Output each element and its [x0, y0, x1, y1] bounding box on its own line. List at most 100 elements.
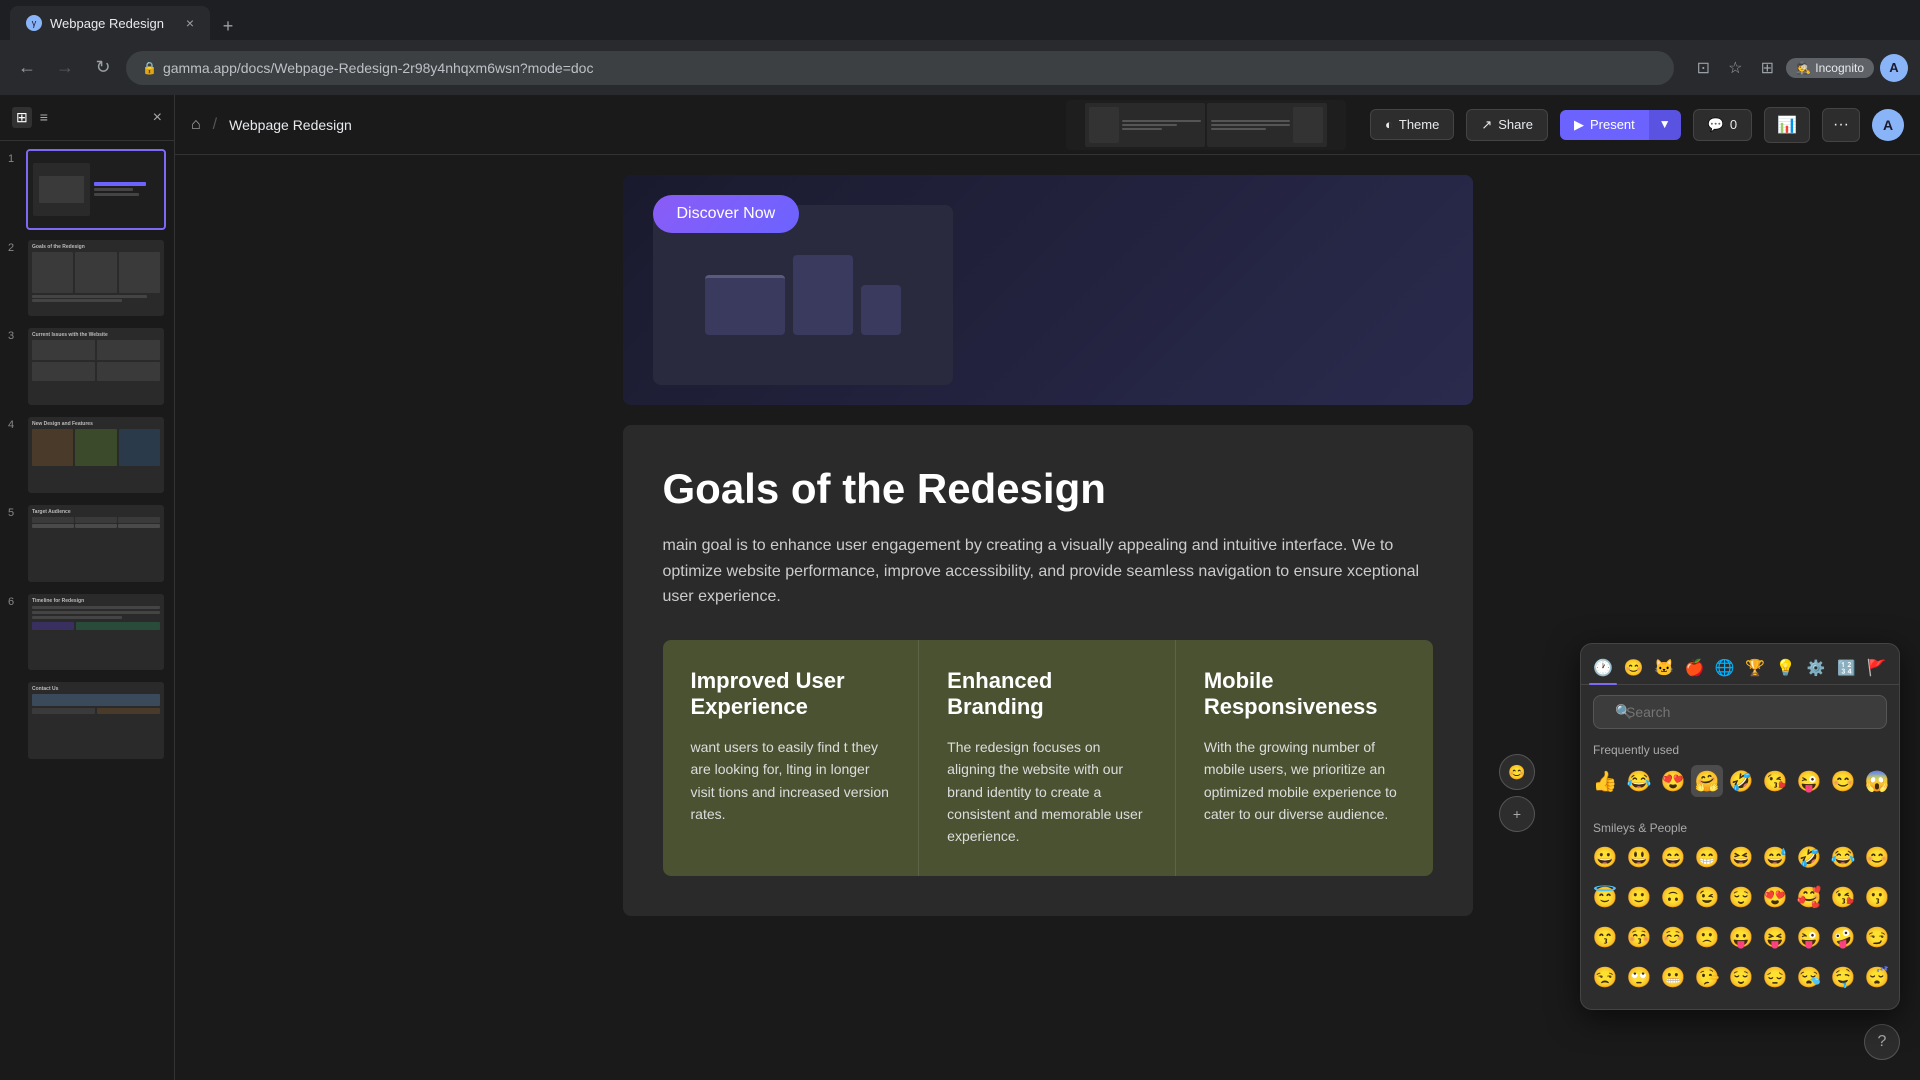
- emoji-grimace[interactable]: 😬: [1657, 961, 1689, 993]
- emoji-cat-numbers[interactable]: 🔢: [1832, 652, 1860, 684]
- emoji-cat-symbols[interactable]: ⚙️: [1802, 652, 1830, 684]
- emoji-kissing3[interactable]: 😗: [1861, 881, 1893, 913]
- emoji-cat-objects[interactable]: 💡: [1771, 652, 1799, 684]
- emoji-cat-smileys[interactable]: 😊: [1619, 652, 1647, 684]
- emoji-lol[interactable]: 😂: [1623, 765, 1655, 797]
- emoji-cat-food[interactable]: 🍎: [1680, 652, 1708, 684]
- emoji-hugging[interactable]: 🤗: [1691, 765, 1723, 797]
- emoji-cat-flags[interactable]: 🚩: [1863, 652, 1891, 684]
- refresh-button[interactable]: ↻: [88, 53, 118, 83]
- emoji-relieved[interactable]: 😌: [1725, 881, 1757, 913]
- emoji-unamused[interactable]: 😒: [1589, 961, 1621, 993]
- emoji-kissing4[interactable]: 😙: [1589, 921, 1621, 953]
- more-button[interactable]: ···: [1822, 108, 1860, 142]
- list-view-toggle[interactable]: ≡: [36, 107, 52, 128]
- emoji-cat-activities[interactable]: 🏆: [1741, 652, 1769, 684]
- share-icon: ↗: [1481, 117, 1492, 133]
- emoji-grin[interactable]: 😃: [1623, 841, 1655, 873]
- emoji-lying[interactable]: 🤥: [1691, 961, 1723, 993]
- emoji-sleeping[interactable]: 😴: [1861, 961, 1893, 993]
- slide-number-1: 1: [8, 153, 20, 165]
- home-button[interactable]: ⌂: [191, 116, 201, 134]
- emoji-smile3[interactable]: 😊: [1861, 841, 1893, 873]
- emoji-kissing5[interactable]: 😚: [1623, 921, 1655, 953]
- emoji-wink-tongue2[interactable]: 😜: [1793, 921, 1825, 953]
- smileys-grid-row1: 😀 😃 😄 😁 😆 😅 🤣 😂 😊: [1581, 841, 1899, 881]
- emoji-frown[interactable]: 🙁: [1691, 921, 1723, 953]
- slide2-title: Goals of the Redesign: [663, 465, 1433, 513]
- emoji-smile2[interactable]: 😄: [1657, 841, 1689, 873]
- emoji-surprised[interactable]: 😱: [1861, 765, 1893, 797]
- tab-close-icon[interactable]: ×: [186, 15, 194, 31]
- emoji-kissing2[interactable]: 😘: [1827, 881, 1859, 913]
- sidebar-slide-3[interactable]: 3 Current Issues with the Website: [8, 326, 166, 407]
- emoji-drooling[interactable]: 🤤: [1827, 961, 1859, 993]
- sidebar-slide-1[interactable]: 1: [8, 149, 166, 230]
- sidebar-slide-5[interactable]: 5 Target Audience: [8, 503, 166, 584]
- browser-chrome: γ Webpage Redesign × + ← → ↻ 🔒 gamma.app…: [0, 0, 1920, 95]
- back-button[interactable]: ←: [12, 53, 42, 83]
- emoji-cat-recent[interactable]: 🕐: [1589, 652, 1617, 684]
- emoji-tongue[interactable]: 😛: [1725, 921, 1757, 953]
- emoji-sweat[interactable]: 😅: [1759, 841, 1791, 873]
- cta-button[interactable]: Discover Now: [653, 195, 800, 233]
- incognito-button[interactable]: 🕵 Incognito: [1786, 58, 1874, 78]
- new-tab-button[interactable]: +: [214, 12, 242, 40]
- emoji-laugh[interactable]: 😆: [1725, 841, 1757, 873]
- emoji-heart-eyes2[interactable]: 😍: [1759, 881, 1791, 913]
- emoji-squinting[interactable]: 😝: [1759, 921, 1791, 953]
- sidebar-slide-2[interactable]: 2 Goals of the Redesign: [8, 238, 166, 319]
- comment-button[interactable]: 💬 0: [1693, 109, 1752, 141]
- theme-button[interactable]: ◐ Theme: [1370, 109, 1454, 140]
- forward-button[interactable]: →: [50, 53, 80, 83]
- emoji-joy[interactable]: 😂: [1827, 841, 1859, 873]
- bookmark-icon[interactable]: ☆: [1722, 55, 1748, 81]
- emoji-wink-tongue[interactable]: 😜: [1793, 765, 1825, 797]
- emoji-search-input[interactable]: [1593, 695, 1887, 729]
- emoji-grinning[interactable]: 😀: [1589, 841, 1621, 873]
- emoji-rofl2[interactable]: 🤣: [1793, 841, 1825, 873]
- emoji-cat-travel[interactable]: 🌐: [1711, 652, 1739, 684]
- sidebar-slide-6[interactable]: 6 Timeline for Redesign: [8, 592, 166, 673]
- present-dropdown-button[interactable]: ▼: [1649, 110, 1681, 140]
- emoji-slightly-smile[interactable]: 🙂: [1623, 881, 1655, 913]
- emoji-innocent[interactable]: 😇: [1589, 881, 1621, 913]
- sidebar-slide-contact[interactable]: Contact Us: [8, 680, 166, 761]
- analytics-button[interactable]: 📊: [1764, 107, 1810, 143]
- smileys-grid-row3: 😙 😚 ☺️ 🙁 😛 😝 😜 🤪 😏: [1581, 921, 1899, 961]
- emoji-smiling-hearts[interactable]: 🥰: [1793, 881, 1825, 913]
- emoji-cat-animals[interactable]: 🐱: [1650, 652, 1678, 684]
- sidebar-slide-4[interactable]: 4 New Design and Features: [8, 415, 166, 496]
- present-button[interactable]: ▶ Present: [1560, 110, 1649, 140]
- emoji-zany[interactable]: 🤪: [1827, 921, 1859, 953]
- emoji-smirk[interactable]: 😏: [1861, 921, 1893, 953]
- floating-action-button-2[interactable]: +: [1499, 796, 1535, 832]
- emoji-rofl[interactable]: 🤣: [1725, 765, 1757, 797]
- sidebar-close-button[interactable]: ×: [153, 109, 162, 127]
- active-tab[interactable]: γ Webpage Redesign ×: [10, 6, 210, 40]
- emoji-thumbsup[interactable]: 👍: [1589, 765, 1621, 797]
- emoji-kissing[interactable]: 😘: [1759, 765, 1791, 797]
- profile-avatar[interactable]: A: [1880, 54, 1908, 82]
- emoji-pensive[interactable]: 😔: [1759, 961, 1791, 993]
- emoji-smile[interactable]: 😊: [1827, 765, 1859, 797]
- comment-icon: 💬: [1708, 117, 1724, 133]
- address-input[interactable]: 🔒 gamma.app/docs/Webpage-Redesign-2r98y4…: [126, 51, 1674, 85]
- grid-view-toggle[interactable]: ⊞: [12, 107, 32, 128]
- sidebar-slides: 1 2: [0, 141, 174, 1080]
- share-button[interactable]: ↗ Share: [1466, 109, 1548, 141]
- user-avatar[interactable]: A: [1872, 109, 1904, 141]
- emoji-upside-down[interactable]: 🙃: [1657, 881, 1689, 913]
- help-button[interactable]: ?: [1864, 1024, 1900, 1060]
- cast-icon[interactable]: ⊡: [1690, 55, 1716, 81]
- emoji-relaxed[interactable]: ☺️: [1657, 921, 1689, 953]
- emoji-sleepy[interactable]: 😪: [1793, 961, 1825, 993]
- floating-emoji-button[interactable]: 😊: [1499, 754, 1535, 790]
- emoji-relieved2[interactable]: 😌: [1725, 961, 1757, 993]
- emoji-beam[interactable]: 😁: [1691, 841, 1723, 873]
- emoji-heart-eyes[interactable]: 😍: [1657, 765, 1689, 797]
- device-icon[interactable]: ⊞: [1754, 55, 1780, 81]
- emoji-wink[interactable]: 😉: [1691, 881, 1723, 913]
- feature-title-1: Improved User Experience: [691, 668, 891, 720]
- emoji-eyeroll[interactable]: 🙄: [1623, 961, 1655, 993]
